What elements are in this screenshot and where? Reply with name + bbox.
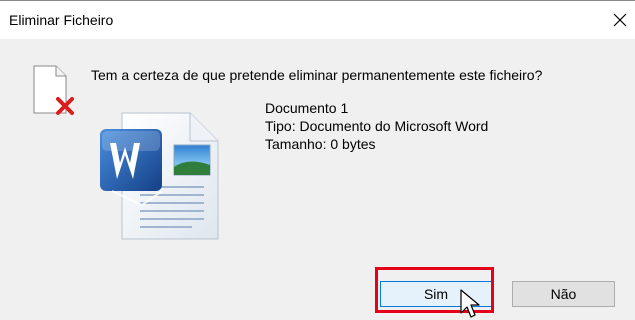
dialog-content: Tem a certeza de que pretende eliminar p…	[0, 39, 635, 320]
word-document-icon	[100, 112, 219, 240]
file-details: Documento 1 Tipo: Documento do Microsoft…	[265, 99, 488, 153]
close-button[interactable]	[605, 1, 635, 39]
no-button[interactable]: Não	[512, 281, 615, 307]
window-title: Eliminar Ficheiro	[9, 12, 114, 28]
delete-file-dialog: Eliminar Ficheiro Tem a certeza de que p…	[0, 0, 635, 320]
file-name: Documento 1	[265, 100, 349, 116]
file-type: Tipo: Documento do Microsoft Word	[265, 118, 489, 134]
close-icon	[613, 13, 627, 27]
file-size: Tamanho: 0 bytes	[265, 136, 376, 152]
file-delete-icon	[33, 65, 74, 115]
yes-button[interactable]: Sim	[380, 281, 492, 307]
title-bar: Eliminar Ficheiro	[0, 1, 635, 39]
confirmation-question: Tem a certeza de que pretende eliminar p…	[91, 67, 543, 83]
